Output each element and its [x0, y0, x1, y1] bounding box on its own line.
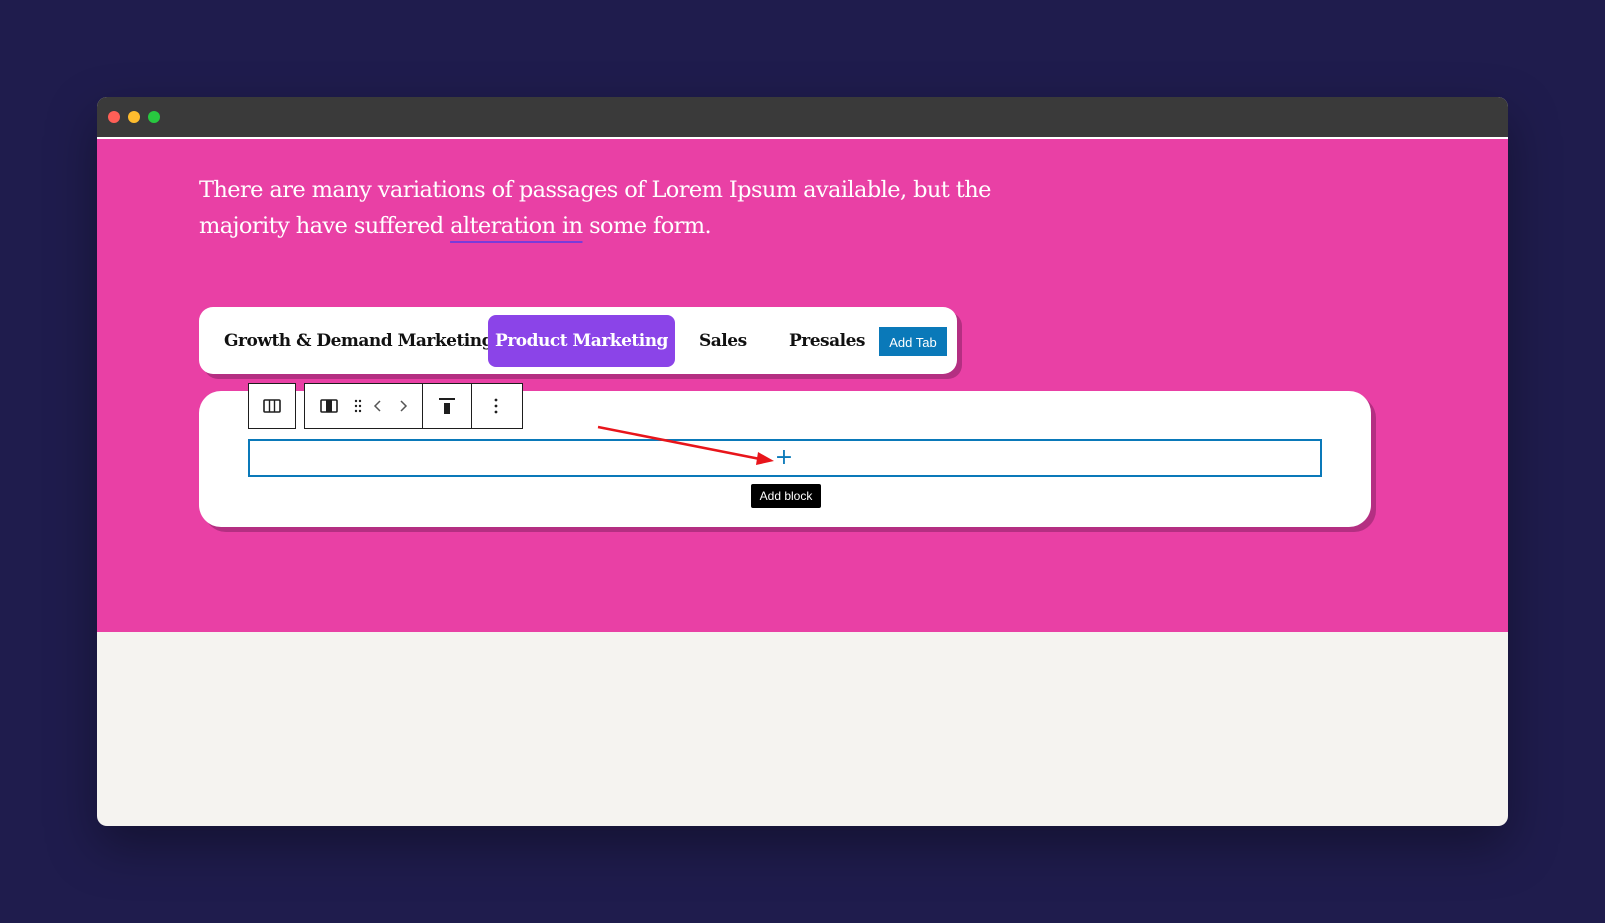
browser-window: There are many variations of passages of… — [97, 97, 1508, 826]
drag-handle-icon[interactable] — [353, 384, 363, 428]
maximize-window-dot[interactable] — [148, 111, 160, 123]
intro-paragraph: There are many variations of passages of… — [199, 172, 999, 244]
intro-underlined-text[interactable]: alteration in — [450, 213, 583, 239]
tab-product-marketing[interactable]: Product Marketing — [488, 315, 675, 367]
tab-sales[interactable]: Sales — [699, 315, 747, 367]
add-tab-button[interactable]: Add Tab — [879, 327, 947, 356]
align-top-icon[interactable] — [423, 384, 471, 428]
intro-text-end: some form. — [582, 213, 712, 239]
hero-section: There are many variations of passages of… — [97, 139, 1508, 632]
window-titlebar — [97, 97, 1508, 139]
close-window-dot[interactable] — [108, 111, 120, 123]
tab-bar: Growth & Demand Marketing Product Market… — [199, 307, 957, 374]
move-left-icon[interactable] — [363, 384, 393, 428]
more-options-icon[interactable] — [472, 384, 520, 428]
tab-presales[interactable]: Presales — [789, 315, 866, 367]
columns-icon[interactable] — [249, 384, 295, 428]
move-right-icon[interactable] — [393, 384, 413, 428]
block-toolbar — [304, 383, 523, 429]
add-block-tooltip: Add block — [751, 484, 821, 508]
add-block-icon[interactable]: + — [770, 444, 798, 472]
column-icon[interactable] — [305, 384, 353, 428]
tab-growth-demand-marketing[interactable]: Growth & Demand Marketing — [224, 315, 494, 367]
block-appender[interactable]: + — [248, 439, 1322, 477]
block-parent-toolbar — [248, 383, 296, 429]
minimize-window-dot[interactable] — [128, 111, 140, 123]
